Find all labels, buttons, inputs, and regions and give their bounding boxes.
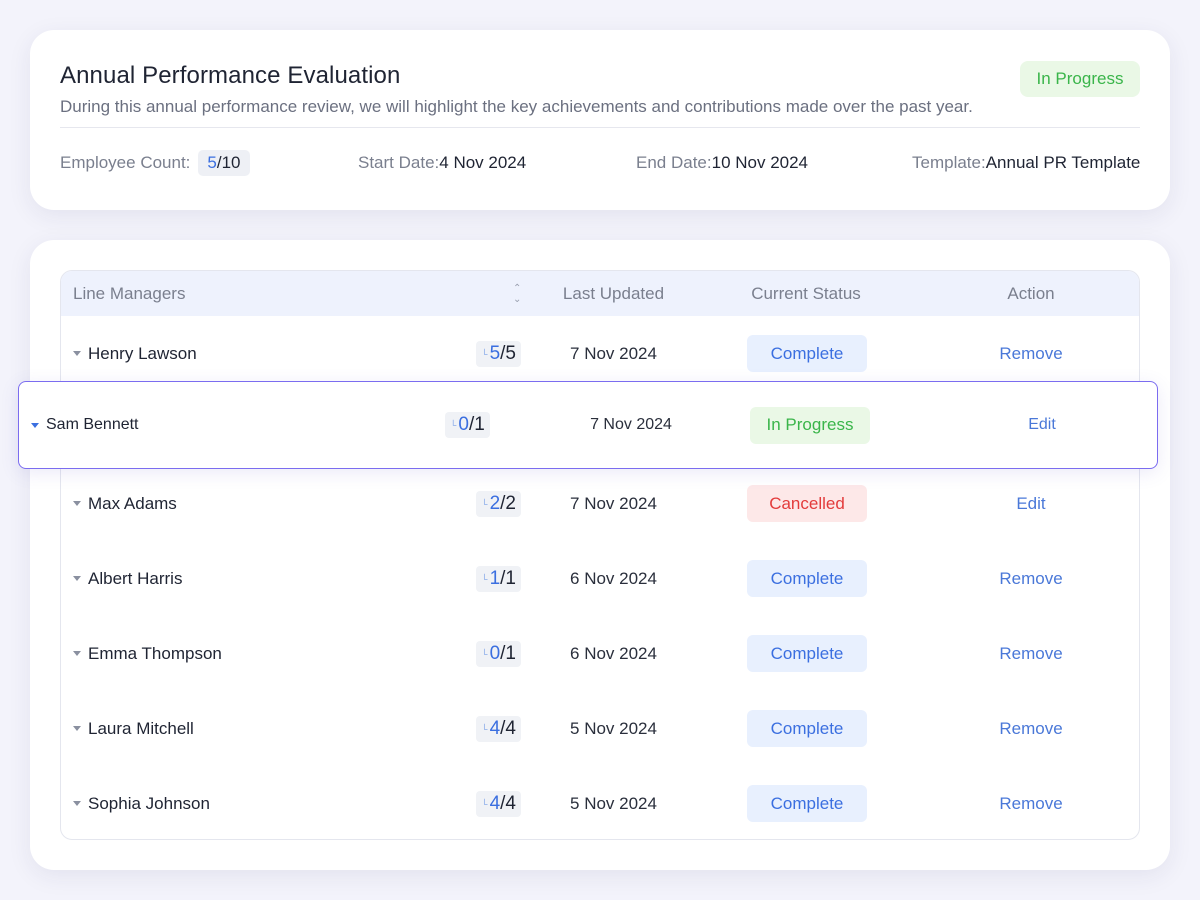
progress-done: 4: [489, 792, 501, 814]
progress-done: 0: [458, 414, 469, 435]
subtree-icon: └: [481, 348, 488, 359]
progress-total: /4: [500, 717, 516, 739]
start-date: Start Date: 4 Nov 2024: [358, 150, 526, 176]
page-title: Annual Performance Evaluation: [60, 62, 401, 89]
edit-button[interactable]: Edit: [971, 466, 1091, 541]
table-row-selected[interactable]: Sam Bennett └ 0/1 7 Nov 2024 In Progress …: [18, 381, 1158, 469]
remove-button[interactable]: Remove: [971, 766, 1091, 839]
last-updated: 6 Nov 2024: [570, 643, 657, 663]
progress-count: └ 0/1: [476, 640, 521, 667]
progress-done: 0: [489, 642, 501, 664]
chevron-down-icon[interactable]: [31, 422, 39, 428]
status-badge: Cancelled: [747, 485, 867, 522]
status-badge: Complete: [747, 785, 867, 822]
manager-name: Albert Harris: [88, 568, 183, 588]
column-header-last-updated: Last Updated: [562, 283, 665, 303]
status-badge: Complete: [747, 560, 867, 597]
start-date-value: 4 Nov 2024: [439, 153, 527, 172]
edit-button[interactable]: Edit: [1002, 382, 1082, 468]
last-updated: 5 Nov 2024: [570, 718, 657, 738]
table-row[interactable]: Laura Mitchell └ 4/4 5 Nov 2024 Complete …: [61, 691, 1139, 766]
subtree-icon: └: [481, 798, 488, 809]
subtree-icon: └: [450, 420, 457, 430]
progress-done: 5: [489, 342, 501, 364]
manager-name: Max Adams: [88, 493, 177, 513]
progress-count: └ 4/4: [476, 790, 521, 817]
template: Template: Annual PR Template: [912, 150, 1140, 176]
start-date-label: Start Date:: [358, 153, 440, 172]
progress-total: /5: [500, 342, 516, 364]
status-badge: In Progress: [750, 406, 870, 444]
evaluation-summary-card: Annual Performance Evaluation During thi…: [30, 30, 1170, 210]
template-label: Template:: [912, 153, 986, 172]
table-row[interactable]: Sophia Johnson └ 4/4 5 Nov 2024 Complete …: [61, 766, 1139, 839]
status-badge: Complete: [747, 335, 867, 372]
chevron-down-icon[interactable]: [73, 726, 81, 731]
subtree-icon: └: [481, 723, 488, 734]
progress-count: └ 5/5: [476, 340, 521, 367]
manager-name: Emma Thompson: [88, 643, 222, 663]
subtree-icon: └: [481, 573, 488, 584]
column-header-line-managers[interactable]: Line Managers: [73, 271, 185, 316]
last-updated: 7 Nov 2024: [570, 343, 657, 363]
last-updated: 7 Nov 2024: [570, 493, 657, 513]
chevron-down-icon[interactable]: [73, 351, 81, 356]
remove-button[interactable]: Remove: [971, 316, 1091, 391]
employee-count-total: /10: [216, 153, 241, 172]
progress-total: /2: [500, 492, 516, 514]
table-row[interactable]: Max Adams └ 2/2 7 Nov 2024 Cancelled Edit: [61, 466, 1139, 541]
line-managers-table: Line Managers ⌃ ⌄ Last Updated Current St…: [60, 270, 1140, 840]
employee-count-chip: 5/10: [198, 150, 250, 176]
evaluation-status-badge: In Progress: [1020, 61, 1140, 97]
table-header: Line Managers ⌃ ⌄ Last Updated Current St…: [61, 271, 1139, 316]
remove-button[interactable]: Remove: [971, 616, 1091, 691]
template-value: Annual PR Template: [985, 153, 1141, 172]
subtree-icon: └: [481, 648, 488, 659]
last-updated: 7 Nov 2024: [590, 416, 672, 433]
manager-name: Henry Lawson: [88, 343, 197, 363]
end-date-value: 10 Nov 2024: [711, 153, 809, 172]
chevron-down-icon[interactable]: [73, 576, 81, 581]
page-description: During this annual performance review, w…: [60, 97, 973, 116]
employee-count: Employee Count: 5/10: [60, 150, 250, 176]
progress-count: └ 1/1: [476, 565, 521, 592]
progress-total: /1: [500, 642, 516, 664]
progress-count: └ 2/2: [476, 490, 521, 517]
manager-name: Sam Bennett: [46, 416, 139, 433]
line-managers-card: Line Managers ⌃ ⌄ Last Updated Current St…: [30, 240, 1170, 870]
progress-total: /4: [500, 792, 516, 814]
table-row[interactable]: Albert Harris └ 1/1 6 Nov 2024 Complete R…: [61, 541, 1139, 616]
progress-total: /1: [468, 414, 485, 435]
progress-done: 4: [489, 717, 501, 739]
end-date-label: End Date:: [636, 153, 712, 172]
last-updated: 6 Nov 2024: [570, 568, 657, 588]
sort-icon[interactable]: ⌃ ⌄: [513, 271, 521, 316]
manager-name: Sophia Johnson: [88, 793, 210, 813]
progress-count: └ 0/1: [445, 412, 490, 438]
column-header-current-status: Current Status: [751, 283, 861, 303]
employee-count-done: 5: [207, 153, 217, 172]
progress-done: 2: [489, 492, 501, 514]
employee-count-label: Employee Count:: [60, 153, 191, 172]
end-date: End Date: 10 Nov 2024: [636, 150, 808, 176]
status-badge: Complete: [747, 635, 867, 672]
remove-button[interactable]: Remove: [971, 691, 1091, 766]
table-row[interactable]: Emma Thompson └ 0/1 6 Nov 2024 Complete R…: [61, 616, 1139, 691]
status-badge: Complete: [747, 710, 867, 747]
progress-total: /1: [500, 567, 516, 589]
progress-count: └ 4/4: [476, 715, 521, 742]
remove-button[interactable]: Remove: [971, 541, 1091, 616]
chevron-down-icon[interactable]: [73, 801, 81, 806]
chevron-down-icon[interactable]: [73, 501, 81, 506]
last-updated: 5 Nov 2024: [570, 793, 657, 813]
chevron-down-icon[interactable]: [73, 651, 81, 656]
divider: [60, 127, 1140, 128]
progress-done: 1: [489, 567, 501, 589]
column-header-action: Action: [1007, 283, 1055, 303]
manager-name: Laura Mitchell: [88, 718, 194, 738]
subtree-icon: └: [481, 498, 488, 509]
table-row[interactable]: Henry Lawson └ 5/5 7 Nov 2024 Complete Re…: [61, 316, 1139, 391]
